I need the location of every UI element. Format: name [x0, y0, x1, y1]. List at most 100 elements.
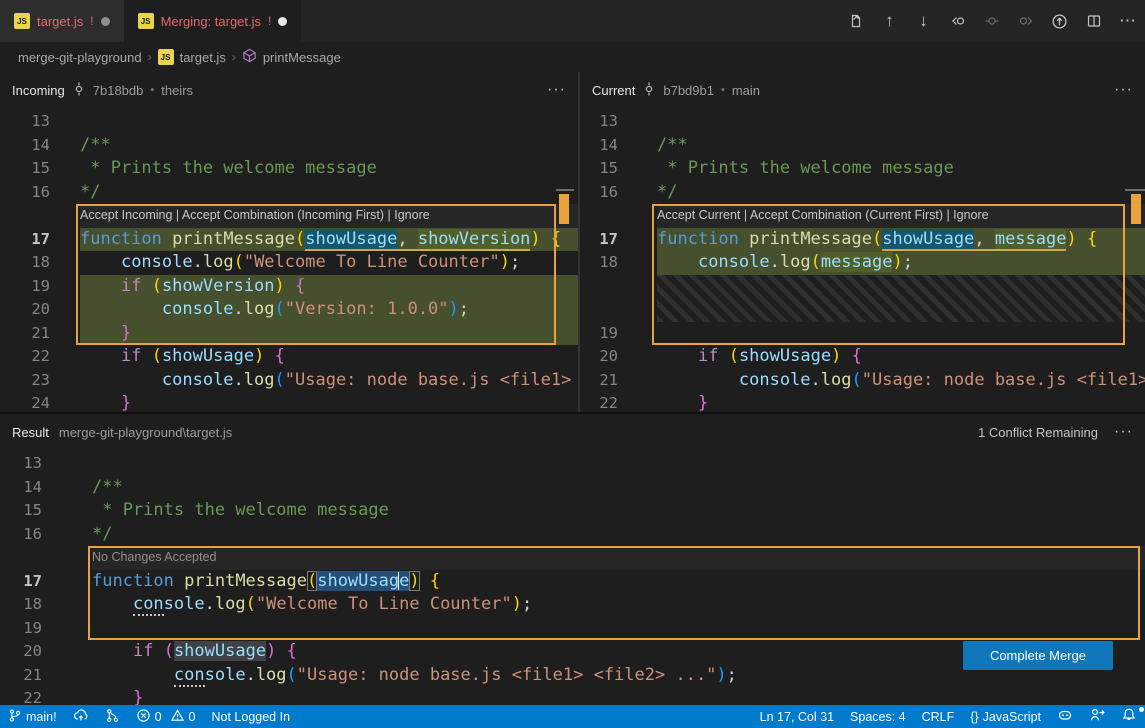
token: .	[205, 594, 215, 614]
problems-indicator[interactable]: 0 0	[128, 705, 204, 728]
breadcrumb-symbol[interactable]: printMessage	[263, 50, 341, 65]
layout-right-icon[interactable]	[1016, 12, 1035, 31]
code-line[interactable]: 15 * Prints the welcome message	[0, 157, 578, 181]
dot-separator: •	[150, 84, 154, 96]
code-line[interactable]: 19 if (showVersion) {	[0, 275, 578, 299]
code-line[interactable]: 17function printMessage(showUsage, showV…	[0, 228, 578, 252]
code-line[interactable]: 16*/	[580, 181, 1145, 205]
modified-dot-icon[interactable]	[101, 17, 110, 26]
line-number: 16	[0, 523, 92, 547]
code-line[interactable]: 19	[0, 617, 1145, 641]
more-actions-icon[interactable]: ⋯	[1118, 12, 1137, 31]
pane-divider[interactable]	[578, 72, 580, 414]
conflict-ruler-marker[interactable]	[1131, 194, 1141, 224]
tab-merging-target-js[interactable]: JS Merging: target.js !	[124, 0, 302, 42]
conflict-ruler-marker[interactable]	[559, 194, 569, 224]
current-editor[interactable]: 1314/**15 * Prints the welcome message16…	[580, 108, 1145, 414]
split-editor-icon[interactable]	[1084, 12, 1103, 31]
publish-changes-button[interactable]	[65, 705, 97, 728]
javascript-file-icon: JS	[158, 49, 174, 65]
code-line[interactable]: 20 if (showUsage) {	[580, 345, 1145, 369]
conflict-actions-row[interactable]: Accept Current | Accept Combination (Cur…	[580, 204, 1145, 228]
code-line[interactable]: 15 * Prints the welcome message	[0, 499, 1145, 523]
modified-dot-icon[interactable]	[278, 17, 287, 26]
complete-merge-button[interactable]: Complete Merge	[963, 641, 1113, 670]
eol-setting[interactable]: CRLF	[914, 705, 963, 728]
incoming-title: Incoming	[12, 83, 65, 98]
conflict-actions-row[interactable]: No Changes Accepted	[0, 546, 1145, 570]
open-file-icon[interactable]	[846, 12, 865, 31]
code-line[interactable]: 14/**	[0, 134, 578, 158]
code-line[interactable]: 18 console.log("Welcome To Line Counter"…	[0, 593, 1145, 617]
conflict-action-links[interactable]: Accept Current | Accept Combination (Cur…	[657, 204, 1145, 228]
code-line[interactable]: 21 }	[0, 322, 578, 346]
incoming-editor[interactable]: 1314/**15 * Prints the welcome message16…	[0, 108, 578, 414]
branch-indicator[interactable]: main!	[0, 705, 65, 728]
notifications-button[interactable]	[1113, 705, 1145, 728]
conflict-actions-row[interactable]: Accept Incoming | Accept Combination (In…	[0, 204, 578, 228]
code-line[interactable]: 18 console.log(message);	[580, 251, 1145, 275]
go-to-base-icon[interactable]	[1050, 12, 1069, 31]
copilot-button[interactable]	[1049, 705, 1081, 728]
code-line[interactable]: 21 console.log("Usage: node base.js <fil…	[580, 369, 1145, 393]
code-line[interactable]: 14/**	[580, 134, 1145, 158]
code-line[interactable]: 22 }	[580, 392, 1145, 414]
more-actions-icon[interactable]: ···	[547, 81, 566, 99]
code-line[interactable]: 17function printMessage(showUsage) {	[0, 570, 1145, 594]
current-commit-id: b7bd9b1	[663, 83, 714, 98]
prev-change-icon[interactable]: ↑	[880, 12, 899, 31]
line-number	[0, 204, 80, 228]
breadcrumb-file[interactable]: target.js	[180, 50, 226, 65]
code-line[interactable]: 16*/	[0, 523, 1145, 547]
code-line[interactable]: 22 }	[0, 687, 1145, 705]
conflict-action-links[interactable]: Accept Incoming | Accept Combination (In…	[80, 204, 578, 228]
cursor-position[interactable]: Ln 17, Col 31	[752, 705, 842, 728]
token	[92, 641, 133, 661]
line-number: 19	[580, 322, 657, 346]
token: (	[164, 641, 174, 661]
code-line[interactable]: 24 }	[0, 392, 578, 414]
code-line[interactable]: 20 console.log("Version: 1.0.0");	[0, 298, 578, 322]
deleted-lines-hatch[interactable]	[580, 275, 1145, 322]
code-line[interactable]: 13	[0, 452, 1145, 476]
line-number: 18	[0, 593, 92, 617]
code-line[interactable]: 23 console.log("Usage: node base.js <fil…	[0, 369, 578, 393]
language-mode[interactable]: {} JavaScript	[962, 705, 1049, 728]
code-line[interactable]: 17function printMessage(showUsage, messa…	[580, 228, 1145, 252]
login-status[interactable]: Not Logged In	[203, 705, 298, 728]
code-line[interactable]: 13	[0, 110, 578, 134]
braces-icon: {}	[970, 710, 978, 724]
token: {	[852, 346, 862, 366]
tab-target-js[interactable]: JS target.js !	[0, 0, 124, 42]
overview-ruler-viewport[interactable]	[1125, 189, 1145, 191]
line-number: 20	[0, 298, 80, 322]
warning-icon	[170, 708, 185, 726]
layout-mixed-icon[interactable]	[948, 12, 967, 31]
token: )	[716, 665, 726, 685]
code-line[interactable]: 19	[580, 322, 1145, 346]
code-line[interactable]: 16*/	[0, 181, 578, 205]
token: /**	[657, 135, 688, 155]
code-line[interactable]: 15 * Prints the welcome message	[580, 157, 1145, 181]
code-line[interactable]: 14/**	[0, 476, 1145, 500]
code-line[interactable]: 22 if (showUsage) {	[0, 345, 578, 369]
more-actions-icon[interactable]: ···	[1114, 423, 1133, 441]
code-text: * Prints the welcome message	[80, 157, 578, 181]
token: (	[275, 370, 285, 390]
branch-name: main!	[26, 710, 57, 724]
feedback-button[interactable]	[1081, 705, 1113, 728]
code-text: }	[92, 687, 1145, 705]
indentation-setting[interactable]: Spaces: 4	[842, 705, 914, 728]
next-change-icon[interactable]: ↓	[914, 12, 933, 31]
overview-ruler-viewport[interactable]	[556, 189, 574, 191]
breadcrumb-folder[interactable]: merge-git-playground	[18, 50, 142, 65]
code-line[interactable]: 13	[580, 110, 1145, 134]
notification-dot	[1139, 707, 1144, 712]
more-actions-icon[interactable]: ···	[1114, 81, 1133, 99]
layout-column-icon[interactable]	[982, 12, 1001, 31]
token	[80, 323, 121, 343]
result-pane-header: Result merge-git-playground\target.js 1 …	[0, 414, 1145, 450]
incoming-pane-header: Incoming 7b18bdb • theirs ···	[0, 72, 578, 108]
source-control-graph-button[interactable]	[97, 705, 128, 728]
code-line[interactable]: 18 console.log("Welcome To Line Counter"…	[0, 251, 578, 275]
